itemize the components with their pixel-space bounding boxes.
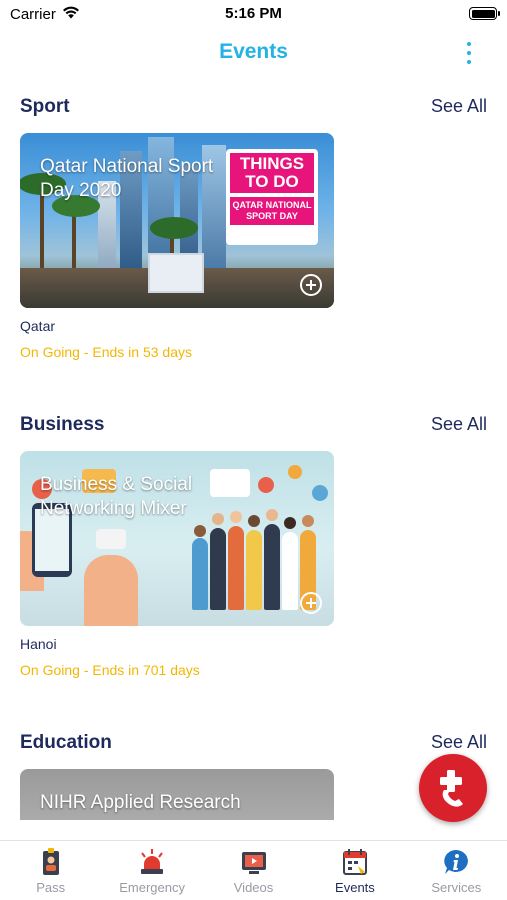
section-header: Education See All	[0, 732, 507, 762]
section-sport: Sport See All THINGS TO DO QATAR NATIONA…	[0, 96, 507, 396]
see-all-education-button[interactable]: See All	[431, 732, 487, 753]
calendar-icon	[341, 848, 369, 876]
section-header: Sport See All	[0, 96, 507, 126]
tab-events[interactable]: Events	[304, 841, 405, 900]
status-time: 5:16 PM	[225, 5, 282, 22]
add-event-icon[interactable]	[300, 274, 322, 296]
id-badge-icon	[37, 848, 65, 876]
event-status: On Going - Ends in 701 days	[20, 662, 200, 678]
tab-videos[interactable]: Videos	[203, 841, 304, 900]
tab-label: Videos	[233, 880, 274, 895]
section-title: Education	[20, 732, 112, 753]
status-bar: Carrier 5:16 PM	[0, 0, 507, 28]
battery-icon	[469, 7, 500, 20]
event-location: Hanoi	[20, 636, 57, 652]
event-card-business[interactable]: Business & Social Networking Mixer	[20, 451, 334, 626]
see-all-business-button[interactable]: See All	[431, 414, 487, 435]
event-card-education[interactable]: NIHR Applied Research	[20, 769, 334, 820]
sign-bottom-text: QATAR NATIONAL SPORT DAY	[230, 197, 314, 225]
event-title: NIHR Applied Research	[40, 792, 241, 813]
tab-pass[interactable]: Pass	[0, 841, 101, 900]
tab-bar: Pass Emergency Videos Events Services	[0, 840, 507, 900]
tab-label: Emergency	[119, 880, 185, 895]
section-business: Business See All Business & Social Netwo…	[0, 414, 507, 714]
events-list[interactable]: Sport See All THINGS TO DO QATAR NATIONA…	[0, 76, 507, 820]
page-title: Events	[219, 40, 288, 63]
info-icon	[442, 848, 470, 876]
tab-label: Services	[431, 880, 482, 895]
tab-label: Pass	[36, 880, 66, 895]
promo-sign: THINGS TO DO QATAR NATIONAL SPORT DAY	[226, 149, 318, 245]
event-card-sport[interactable]: THINGS TO DO QATAR NATIONAL SPORT DAY Qa…	[20, 133, 334, 308]
event-status: On Going - Ends in 53 days	[20, 344, 192, 360]
siren-icon	[138, 848, 166, 876]
vertical-ellipsis-icon[interactable]	[461, 42, 477, 64]
section-title: Sport	[20, 96, 70, 117]
emergency-call-icon	[440, 770, 463, 807]
sign-top-text: THINGS TO DO	[230, 153, 314, 193]
navigation-bar: Events	[0, 30, 507, 74]
video-icon	[240, 848, 268, 876]
event-title: Business & Social Networking Mixer	[40, 474, 193, 519]
add-event-icon[interactable]	[300, 592, 322, 614]
emergency-call-button[interactable]	[419, 754, 487, 822]
tab-emergency[interactable]: Emergency	[101, 841, 202, 900]
tab-services[interactable]: Services	[406, 841, 507, 900]
see-all-sport-button[interactable]: See All	[431, 96, 487, 117]
section-header: Business See All	[0, 414, 507, 444]
banner-image	[148, 253, 204, 293]
event-title: Qatar National Sport Day 2020	[40, 156, 214, 201]
tab-label: Events	[335, 880, 375, 895]
event-location: Qatar	[20, 318, 56, 334]
section-title: Business	[20, 414, 105, 435]
